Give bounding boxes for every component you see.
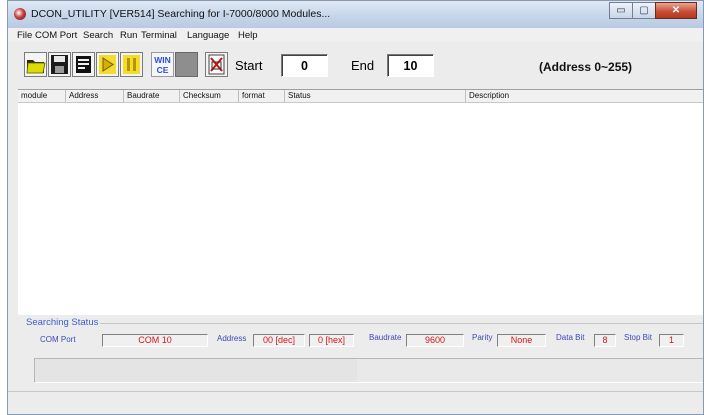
pause-icon <box>123 55 140 74</box>
save-button[interactable] <box>48 52 71 77</box>
pause-button[interactable] <box>120 52 143 77</box>
com-port-label: COM Port <box>40 335 76 344</box>
end-label: End <box>351 58 375 73</box>
title-bar[interactable]: DCON_UTILITY [VER514] Searching for I-70… <box>8 1 703 28</box>
baudrate-label: Baudrate <box>369 333 402 342</box>
status-bar <box>8 391 703 414</box>
menu-search[interactable]: Search <box>83 30 113 41</box>
data-bit-value: 8 <box>594 334 616 347</box>
window-title: DCON_UTILITY [VER514] Searching for I-70… <box>31 8 331 20</box>
stop-bit-label: Stop Bit <box>624 333 653 342</box>
svg-text:CE: CE <box>157 65 169 75</box>
menu-run[interactable]: Run <box>120 30 137 41</box>
address-range-hint: (Address 0~255) <box>539 60 633 74</box>
menu-terminal[interactable]: Terminal <box>141 30 177 41</box>
address-hex-value: 0 [hex] <box>309 334 354 347</box>
module-list[interactable]: module Address Baudrate Checksum format … <box>18 89 703 315</box>
stop-bit-value: 1 <box>659 334 684 347</box>
com-port-value: COM 10 <box>102 334 208 347</box>
search-progress-fill <box>35 359 357 382</box>
baudrate-value: 9600 <box>406 334 464 347</box>
stop-search-button[interactable] <box>205 52 228 77</box>
list-button[interactable] <box>72 52 95 77</box>
column-baudrate[interactable]: Baudrate <box>124 90 180 102</box>
toolbar: WIN CE Start 0 End 10 (Address 0~255) <box>8 43 703 83</box>
menu-language[interactable]: Language <box>187 30 229 41</box>
searching-status-group: Searching Status COM Port COM 10 Address… <box>26 317 703 357</box>
wince-button[interactable]: WIN CE <box>151 52 174 77</box>
column-description[interactable]: Description <box>466 90 703 102</box>
svg-text:WIN: WIN <box>154 55 171 65</box>
column-format[interactable]: format <box>239 90 285 102</box>
wince-icon: WIN CE <box>154 55 171 75</box>
menu-bar: File COM Port Search Run Terminal Langua… <box>8 28 703 42</box>
data-bit-label: Data Bit <box>556 333 585 342</box>
start-address-input[interactable]: 0 <box>281 54 328 77</box>
open-folder-button[interactable] <box>24 52 47 77</box>
app-window: DCON_UTILITY [VER514] Searching for I-70… <box>7 0 704 415</box>
parity-label: Parity <box>472 333 493 342</box>
document-list-icon <box>76 56 91 73</box>
close-button[interactable]: ✕ <box>655 2 697 19</box>
column-module[interactable]: module <box>18 90 66 102</box>
play-icon <box>99 55 116 74</box>
list-header: module Address Baudrate Checksum format … <box>18 90 703 103</box>
address-dec-value: 00 [dec] <box>253 334 305 347</box>
disk-icon <box>51 55 68 74</box>
minimize-button[interactable]: ▭ <box>609 2 633 19</box>
searching-status-title: Searching Status <box>26 317 101 328</box>
end-address-input[interactable]: 10 <box>387 54 434 77</box>
column-address[interactable]: Address <box>66 90 124 102</box>
folder-icon <box>26 60 46 74</box>
search-progress-bar <box>34 358 703 383</box>
blank-button[interactable] <box>175 52 198 77</box>
parity-value: None <box>497 334 546 347</box>
menu-file[interactable]: File <box>17 30 32 41</box>
address-label: Address <box>217 334 247 343</box>
column-status[interactable]: Status <box>285 90 466 102</box>
stop-search-icon <box>208 54 225 75</box>
menu-com-port[interactable]: COM Port <box>35 30 77 41</box>
column-checksum[interactable]: Checksum <box>180 90 239 102</box>
app-icon <box>14 8 26 20</box>
caption-buttons: ▭ ▢ ✕ <box>609 2 697 20</box>
start-label: Start <box>235 58 263 73</box>
menu-help[interactable]: Help <box>238 30 258 41</box>
run-button[interactable] <box>96 52 119 77</box>
maximize-button[interactable]: ▢ <box>632 2 656 19</box>
